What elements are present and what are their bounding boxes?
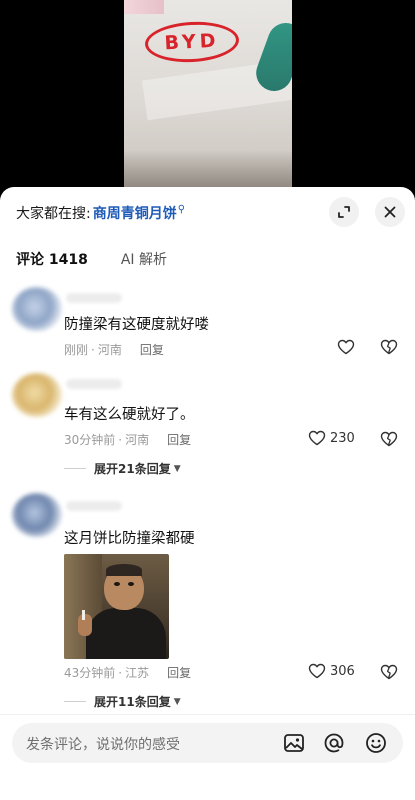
avatar[interactable] [12,287,62,331]
pink-box [124,0,164,14]
expand-replies[interactable]: 展开11条回复 ▼ [64,693,181,710]
reply-button[interactable]: 回复 [167,431,191,448]
meme-image[interactable] [64,554,169,659]
like-count: 230 [330,430,355,446]
close-icon [384,206,396,218]
meta-separator: · [118,665,123,680]
video-frame: BYD [124,0,292,190]
avatar[interactable] [12,493,62,537]
close-button[interactable] [375,197,405,227]
username[interactable] [66,501,122,511]
meta-separator: · [118,432,123,447]
comment-sheet: 大家都在搜: 商周青铜月饼 ⚲ 评论 1418 AI 解析 防撞梁有这硬度就好喽… [0,187,415,800]
expand-divider [64,468,86,469]
search-term-link[interactable]: 商周青铜月饼 [93,203,177,223]
tab-comments[interactable]: 评论 1418 [16,249,88,269]
comment-text: 防撞梁有这硬度就好喽 [64,317,209,333]
dislike-heart-icon [380,339,398,355]
comment-text: 这月饼比防撞梁都硬 [64,531,195,547]
reply-button[interactable]: 回复 [140,341,164,358]
search-icon: ⚲ [177,203,186,215]
avatar[interactable] [12,373,62,417]
heart-icon [308,663,326,679]
expand-icon [338,206,350,218]
emoji-icon[interactable] [364,731,388,755]
chevron-down-icon: ▼ [173,696,181,707]
at-icon[interactable] [322,731,346,755]
expand-replies[interactable]: 展开21条回复 ▼ [64,460,181,477]
search-suggestion[interactable]: 大家都在搜: 商周青铜月饼 ⚲ [16,201,185,225]
comment-placeholder: 发条评论，说说你的感受 [26,737,180,753]
frame-shadow [124,150,292,190]
comment-composer: 发条评论，说说你的感受 [0,714,415,800]
comment-time: 刚刚 [64,343,89,357]
dislike-button[interactable] [380,431,398,451]
chevron-down-icon: ▼ [173,463,181,474]
comment-location: 河南 [125,433,150,447]
comment-input[interactable]: 发条评论，说说你的感受 [12,723,403,763]
username[interactable] [66,379,122,389]
dislike-button[interactable] [380,339,398,359]
dislike-button[interactable] [380,664,398,684]
tab-ai-analysis[interactable]: AI 解析 [121,249,167,269]
heart-icon [308,430,326,446]
like-button[interactable] [337,339,355,355]
comment-meta: 30分钟前 · 河南 回复 [64,431,191,448]
like-button[interactable]: 306 [308,663,355,679]
search-prefix: 大家都在搜: [16,206,91,222]
byd-logo: BYD [144,19,240,65]
comment-meta: 刚刚 · 河南 回复 [64,341,164,358]
expand-replies-label: 展开11条回复 [94,695,171,709]
username[interactable] [66,293,122,303]
dislike-heart-icon [380,431,398,447]
heart-icon [337,339,355,355]
video-player[interactable]: BYD [0,0,415,190]
comment-location: 江苏 [125,666,150,680]
comment-location: 河南 [97,343,122,357]
comment-meta: 43分钟前 · 江苏 回复 [64,664,191,681]
comment-time: 43分钟前 [64,666,116,680]
like-button[interactable]: 230 [308,430,355,446]
tab-bar: 评论 1418 AI 解析 [16,249,167,269]
expand-divider [64,701,86,702]
comment-text: 车有这么硬就好了。 [64,407,195,423]
reply-button[interactable]: 回复 [167,664,191,681]
like-count: 306 [330,663,355,679]
image-icon[interactable] [282,731,306,755]
dislike-heart-icon [380,664,398,680]
expand-button[interactable] [329,197,359,227]
meta-separator: · [91,342,95,357]
expand-replies-label: 展开21条回复 [94,462,171,476]
comment-time: 30分钟前 [64,433,116,447]
